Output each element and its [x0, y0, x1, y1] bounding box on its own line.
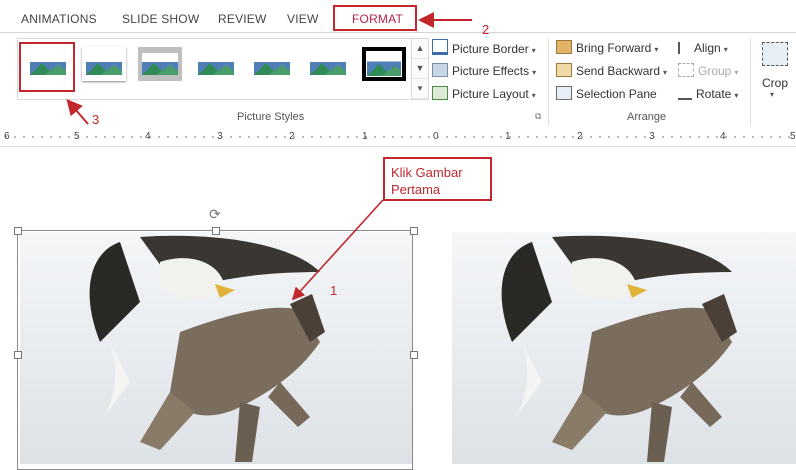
arrow-to-style-1	[66, 98, 89, 125]
arrow-to-first-picture	[291, 199, 384, 301]
annotation-arrows	[66, 12, 472, 301]
